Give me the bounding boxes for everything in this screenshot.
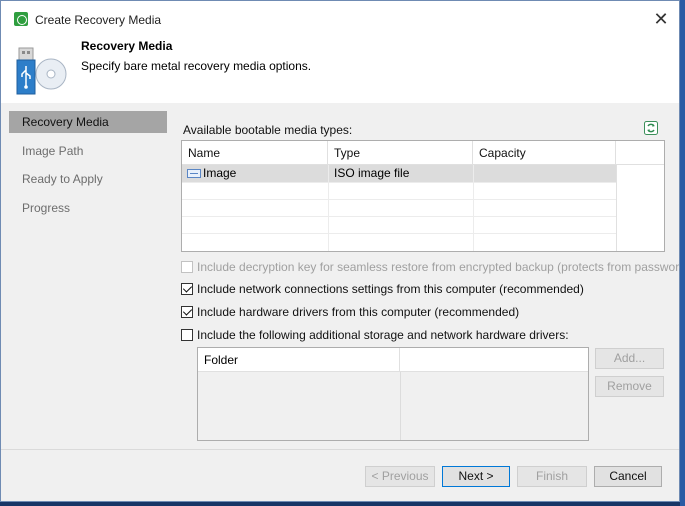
step-progress[interactable]: Progress — [9, 197, 167, 219]
column-header-capacity[interactable]: Capacity — [473, 141, 616, 165]
header-subtitle: Specify bare metal recovery media option… — [81, 59, 312, 73]
hardware-drivers-checkbox[interactable] — [181, 306, 193, 318]
column-header-type[interactable]: Type — [328, 141, 473, 165]
step-ready-to-apply[interactable]: Ready to Apply — [9, 168, 167, 190]
media-types-label: Available bootable media types: — [183, 123, 353, 137]
column-header-folder[interactable]: Folder — [198, 348, 400, 372]
app-logo-icon — [14, 12, 28, 26]
desktop-background — [680, 0, 685, 506]
remove-folder-button[interactable]: Remove — [595, 376, 664, 397]
image-file-icon — [187, 169, 201, 178]
decryption-key-checkbox[interactable] — [181, 261, 193, 273]
media-types-table[interactable]: Name Type Capacity Image ISO image file — [181, 140, 665, 252]
window-title: Create Recovery Media — [35, 13, 162, 27]
step-recovery-media[interactable]: Recovery Media — [9, 111, 167, 133]
usb-drive-icon — [16, 47, 67, 95]
title-bar: Create Recovery Media ✕ — [1, 1, 679, 39]
additional-drivers-label: Include the following additional storage… — [197, 328, 569, 342]
header-title: Recovery Media — [81, 39, 173, 53]
decryption-key-label: Include decryption key for seamless rest… — [197, 260, 685, 274]
media-name-cell: Image — [203, 166, 237, 180]
next-button[interactable]: Next > — [442, 466, 510, 487]
close-button[interactable]: ✕ — [645, 5, 677, 35]
column-header-filler — [616, 141, 664, 165]
refresh-icon[interactable] — [644, 121, 658, 135]
create-recovery-media-window: Create Recovery Media ✕ Recovery Media S… — [0, 0, 685, 502]
media-type-cell: ISO image file — [334, 166, 410, 180]
previous-button[interactable]: < Previous — [365, 466, 435, 487]
wizard-steps: Recovery Media Image Path Ready to Apply… — [9, 111, 167, 225]
column-header-name[interactable]: Name — [182, 141, 328, 165]
close-icon: ✕ — [653, 9, 669, 29]
finish-button[interactable]: Finish — [517, 466, 587, 487]
wizard-header: Recovery Media Specify bare metal recove… — [1, 39, 679, 103]
add-folder-button[interactable]: Add... — [595, 348, 664, 369]
hardware-drivers-label: Include hardware drivers from this compu… — [197, 305, 520, 319]
step-image-path[interactable]: Image Path — [9, 140, 167, 162]
additional-drivers-checkbox[interactable] — [181, 329, 193, 341]
cancel-button[interactable]: Cancel — [594, 466, 662, 487]
network-settings-label: Include network connections settings fro… — [197, 282, 584, 296]
folders-table[interactable]: Folder — [197, 347, 589, 441]
network-settings-checkbox[interactable] — [181, 283, 193, 295]
folders-header: Folder — [198, 348, 588, 372]
